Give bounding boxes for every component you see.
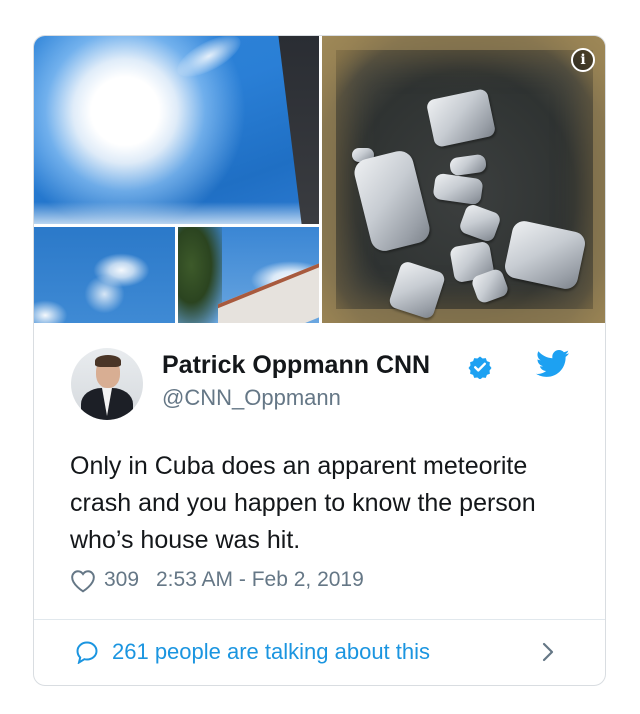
tweet-card[interactable]: i Patrick Oppmann CNN @CNN_Oppmann Only … (33, 35, 606, 686)
speech-bubble-icon (76, 641, 98, 664)
horizon-haze (34, 202, 319, 224)
contrail (171, 36, 247, 85)
verified-badge-icon (468, 356, 492, 379)
photo-smoke-trail[interactable] (34, 227, 175, 323)
twitter-bird-icon[interactable] (536, 350, 570, 378)
timestamp[interactable]: 2:53 AM - Feb 2, 2019 (156, 568, 364, 592)
media-grid: i (34, 36, 605, 323)
photo-meteorite-fragments[interactable]: i (322, 36, 605, 323)
photo-sun-sky[interactable] (34, 36, 319, 224)
divider (34, 619, 605, 620)
avatar[interactable] (71, 348, 143, 420)
tree (178, 227, 222, 323)
heart-icon[interactable] (70, 569, 96, 593)
tweet-text: Only in Cuba does an apparent meteorite … (70, 452, 536, 554)
avatar-hair (95, 355, 121, 367)
conversation-link[interactable]: 261 people are talking about this (112, 639, 430, 665)
photo-house-sky[interactable] (178, 227, 319, 323)
info-icon[interactable]: i (571, 48, 595, 72)
like-count[interactable]: 309 (104, 568, 139, 592)
display-name[interactable]: Patrick Oppmann CNN (162, 351, 430, 380)
roof-edge (278, 36, 319, 224)
chevron-right-icon[interactable] (539, 640, 557, 664)
house-roof (218, 259, 319, 323)
user-handle[interactable]: @CNN_Oppmann (162, 385, 341, 411)
